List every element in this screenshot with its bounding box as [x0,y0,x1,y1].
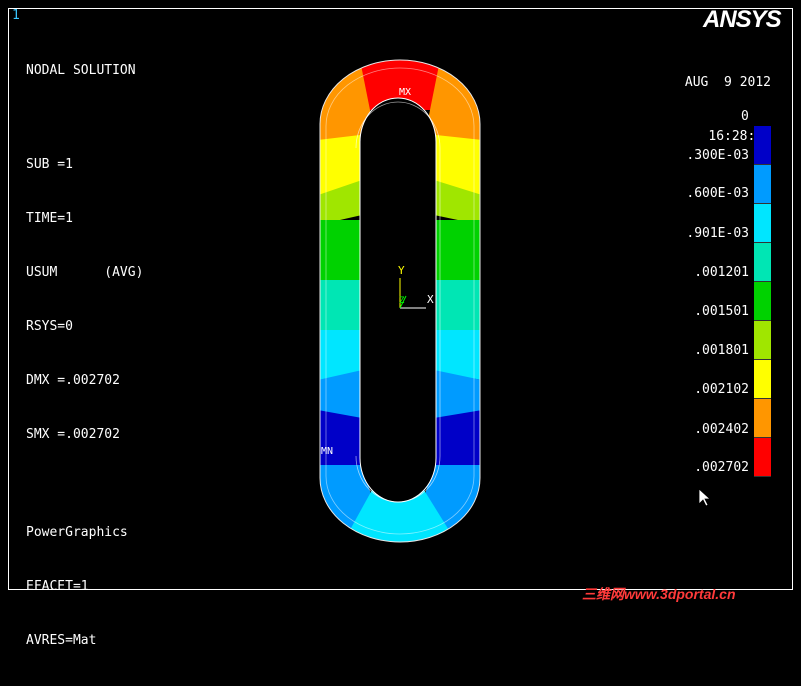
watermark: 三维网www.3dportal.cn [582,586,736,602]
min-marker: MN [321,446,333,457]
mouse-cursor-icon [698,488,712,507]
triad-x-label: X [427,293,434,306]
band-red [360,60,440,110]
contour-plot: MX MN Y X Z [319,59,481,543]
triad-y-label: Y [398,264,405,277]
info-line: AVRES=Mat [26,633,97,648]
graphics-viewport[interactable]: 1 ANSYS NODAL SOLUTION SUB =1 TIME=1 USU… [0,0,801,648]
inner-outline [359,97,437,503]
band-cyan-mid [320,330,480,382]
band-blue-left [320,410,364,470]
triad-z-label: Z [399,296,405,306]
coordinate-triad: Y X Z [398,264,434,309]
max-marker: MX [399,87,411,98]
